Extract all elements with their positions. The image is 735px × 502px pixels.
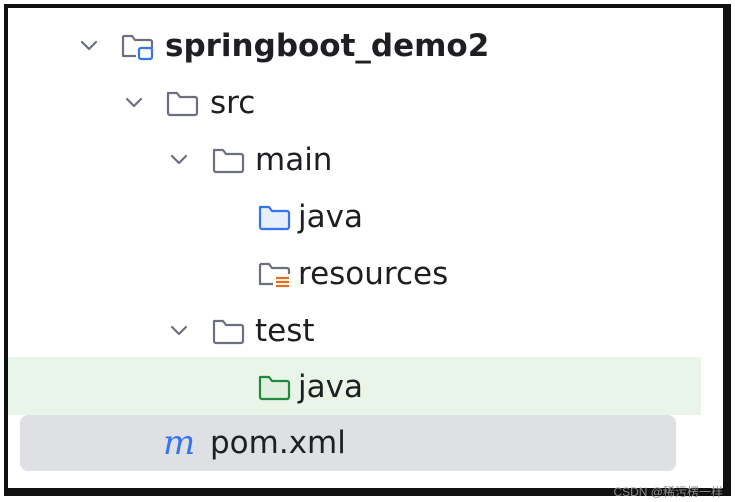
tree-item-label: main — [255, 142, 333, 178]
module-folder-icon — [121, 34, 154, 61]
tree-item-test[interactable]: test — [8, 303, 723, 359]
watermark: CSDN @稀污楞一样 — [613, 485, 723, 499]
folder-icon — [212, 148, 245, 174]
project-tree-panel: springboot_demo2 src main java resources… — [4, 4, 731, 496]
tree-item-src[interactable]: src — [8, 75, 723, 131]
tree-item-label: springboot_demo2 — [165, 28, 490, 64]
tree-item-label: java — [298, 369, 363, 405]
tree-item-springboot-demo2[interactable]: springboot_demo2 — [8, 18, 723, 74]
folder-icon — [166, 91, 199, 117]
chevron-down-icon[interactable] — [78, 35, 100, 57]
source-root-folder-icon — [258, 205, 291, 231]
tree-item-main[interactable]: main — [8, 132, 723, 188]
tree-item-label: resources — [298, 256, 449, 292]
folder-icon — [212, 319, 245, 345]
tree-item-label: java — [298, 199, 363, 235]
tree-item-java-test[interactable]: java — [8, 357, 701, 415]
tree-item-label: pom.xml — [210, 425, 346, 461]
tree-item-label: test — [255, 313, 315, 349]
resources-folder-icon — [258, 262, 291, 288]
tree-item-resources[interactable]: resources — [8, 246, 723, 302]
chevron-down-icon[interactable] — [168, 149, 190, 171]
tree-item-pom-xml[interactable]: m pom.xml — [20, 415, 676, 471]
chevron-down-icon[interactable] — [168, 320, 190, 342]
test-root-folder-icon — [258, 375, 291, 401]
chevron-down-icon[interactable] — [123, 92, 145, 114]
tree-item-java-main[interactable]: java — [8, 189, 723, 245]
maven-icon: m — [163, 423, 196, 463]
tree-item-label: src — [210, 85, 256, 121]
